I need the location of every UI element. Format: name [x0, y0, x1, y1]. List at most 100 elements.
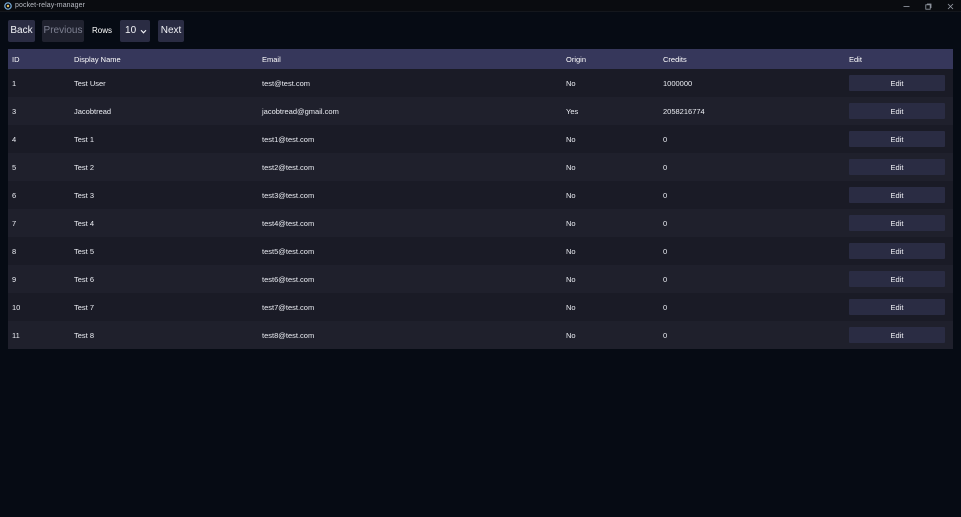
header-display-name: Display Name [74, 54, 121, 64]
cell-credits: 1000000 [663, 78, 693, 88]
cell-id: 3 [12, 106, 17, 116]
previous-button[interactable]: Previous [42, 19, 84, 42]
cell-email: test6@test.com [262, 274, 315, 284]
cell-display-name: Test 8 [74, 330, 95, 340]
table-row: 4 Test 1 test1@test.com No 0 Edit [8, 125, 953, 153]
cell-credits: 0 [663, 246, 668, 256]
cell-credits: 2058216774 [663, 106, 705, 116]
cell-display-name: Test 2 [74, 162, 95, 172]
cell-display-name: Test 7 [74, 302, 95, 312]
cell-edit: Edit [845, 271, 953, 287]
cell-origin: No [566, 190, 576, 200]
next-button[interactable]: Next [158, 19, 185, 42]
cell-origin: Yes [566, 106, 579, 116]
cell-display-name: Test User [74, 78, 106, 88]
cell-id: 11 [12, 330, 20, 340]
header-edit: Edit [849, 54, 862, 64]
header-credits: Credits [663, 54, 687, 64]
cell-email: test2@test.com [262, 162, 315, 172]
edit-button[interactable]: Edit [849, 299, 945, 315]
cell-edit: Edit [845, 131, 953, 147]
cell-credits: 0 [663, 274, 668, 284]
cell-id: 6 [12, 190, 17, 200]
app-logo-icon [3, 1, 12, 10]
cell-email: test4@test.com [262, 218, 315, 228]
cell-display-name: Test 5 [74, 246, 95, 256]
edit-button[interactable]: Edit [849, 271, 945, 287]
cell-origin: No [566, 246, 576, 256]
table-row: 9 Test 6 test6@test.com No 0 Edit [8, 265, 953, 293]
rows-per-page-value: 10 [125, 25, 137, 36]
edit-button[interactable]: Edit [849, 215, 945, 231]
pagination-toolbar: Back Previous Rows 10 Next [8, 19, 185, 42]
edit-button[interactable]: Edit [849, 159, 945, 175]
cell-email: test8@test.com [262, 330, 315, 340]
cell-id: 1 [12, 78, 17, 88]
cell-edit: Edit [845, 243, 953, 259]
cell-origin: No [566, 134, 576, 144]
edit-button[interactable]: Edit [849, 75, 945, 91]
table-body: 1 Test User test@test.com No 1000000 Edi… [8, 69, 953, 349]
cell-credits: 0 [663, 162, 668, 172]
cell-email: test@test.com [262, 78, 311, 88]
edit-button[interactable]: Edit [849, 327, 945, 343]
cell-id: 5 [12, 162, 17, 172]
table-row: 3 Jacobtread jacobtread@gmail.com Yes 20… [8, 97, 953, 125]
header-id: ID [12, 54, 20, 64]
cell-id: 7 [12, 218, 17, 228]
cell-display-name: Jacobtread [74, 106, 112, 116]
edit-button[interactable]: Edit [849, 243, 945, 259]
cell-edit: Edit [845, 187, 953, 203]
close-icon[interactable] [939, 0, 961, 12]
cell-email: test5@test.com [262, 246, 315, 256]
cell-edit: Edit [845, 215, 953, 231]
restore-icon[interactable] [917, 0, 939, 12]
cell-email: test7@test.com [262, 302, 315, 312]
edit-button[interactable]: Edit [849, 187, 945, 203]
rows-label: Rows [92, 26, 113, 35]
edit-button[interactable]: Edit [849, 103, 945, 119]
cell-edit: Edit [845, 159, 953, 175]
cell-edit: Edit [845, 327, 953, 343]
table-row: 11 Test 8 test8@test.com No 0 Edit [8, 321, 953, 349]
chevron-down-icon [140, 27, 147, 34]
cell-origin: No [566, 330, 576, 340]
header-email: Email [262, 54, 281, 64]
cell-edit: Edit [845, 103, 953, 119]
table-row: 7 Test 4 test4@test.com No 0 Edit [8, 209, 953, 237]
cell-credits: 0 [663, 330, 668, 340]
cell-credits: 0 [663, 302, 668, 312]
table-row: 8 Test 5 test5@test.com No 0 Edit [8, 237, 953, 265]
cell-id: 8 [12, 246, 17, 256]
cell-edit: Edit [845, 299, 953, 315]
back-button[interactable]: Back [8, 19, 35, 42]
cell-display-name: Test 3 [74, 190, 95, 200]
cell-credits: 0 [663, 218, 668, 228]
table-header: ID Display Name Email Origin Credits Edi… [8, 49, 953, 69]
cell-display-name: Test 6 [74, 274, 95, 284]
cell-origin: No [566, 78, 576, 88]
edit-button[interactable]: Edit [849, 131, 945, 147]
cell-credits: 0 [663, 134, 668, 144]
cell-id: 9 [12, 274, 17, 284]
players-table: ID Display Name Email Origin Credits Edi… [8, 49, 953, 349]
table-row: 10 Test 7 test7@test.com No 0 Edit [8, 293, 953, 321]
cell-id: 10 [12, 302, 21, 312]
cell-email: jacobtread@gmail.com [262, 106, 339, 116]
cell-origin: No [566, 274, 576, 284]
cell-id: 4 [12, 134, 17, 144]
cell-email: test3@test.com [262, 190, 315, 200]
window-title: pocket-relay-manager [15, 2, 86, 9]
table-row: 6 Test 3 test3@test.com No 0 Edit [8, 181, 953, 209]
cell-edit: Edit [845, 75, 953, 91]
cell-origin: No [566, 218, 576, 228]
table-row: 1 Test User test@test.com No 1000000 Edi… [8, 69, 953, 97]
title-bar: pocket-relay-manager [0, 0, 961, 12]
cell-credits: 0 [663, 190, 668, 200]
cell-origin: No [566, 162, 576, 172]
cell-display-name: Test 1 [74, 134, 95, 144]
rows-per-page-select[interactable]: 10 [120, 19, 151, 42]
table-row: 5 Test 2 test2@test.com No 0 Edit [8, 153, 953, 181]
header-origin: Origin [566, 54, 587, 64]
minimize-icon[interactable] [895, 0, 917, 12]
